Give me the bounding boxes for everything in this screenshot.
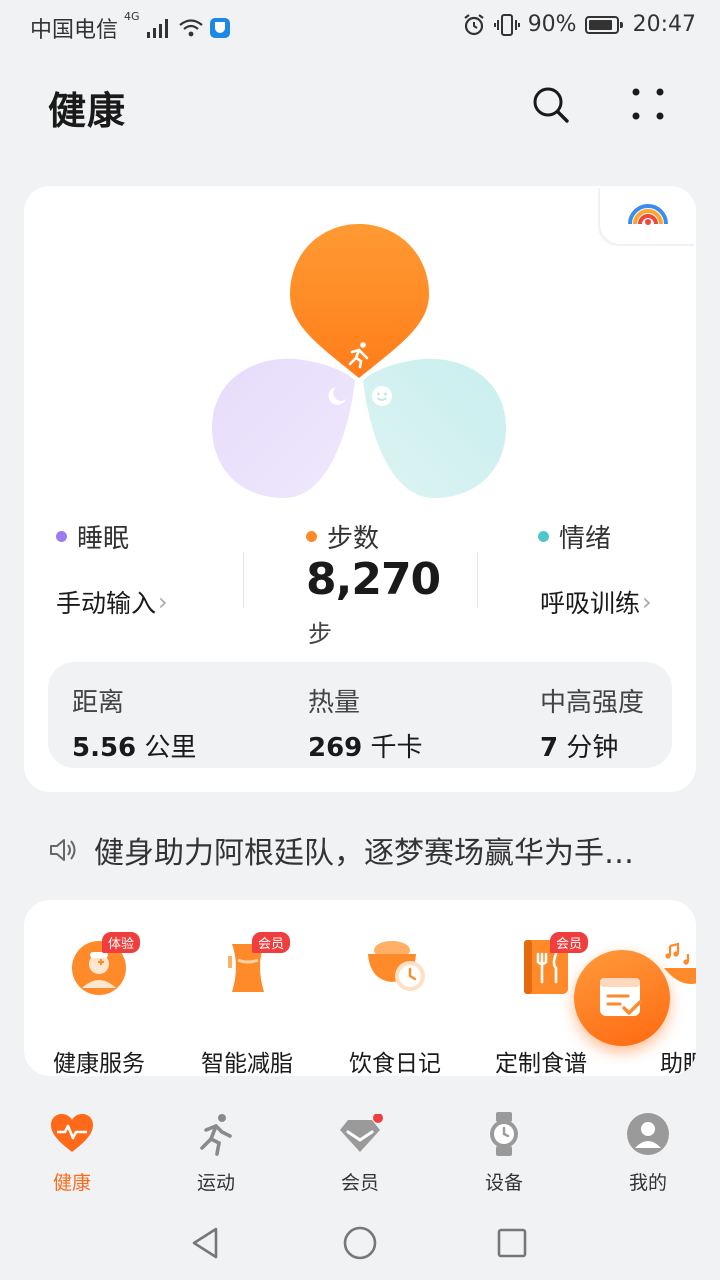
more-icon[interactable]: [626, 84, 670, 124]
wifi-icon: [178, 19, 203, 37]
signal-icon: [146, 19, 168, 38]
sleep-dot: [56, 531, 67, 542]
mood-dot: [538, 531, 549, 542]
calories-value: 269: [308, 733, 363, 763]
diamond-icon: [340, 1114, 383, 1152]
carrier-name: 中国电信: [30, 18, 119, 43]
running-icon: [200, 1114, 232, 1156]
announcement-text: 健身助力阿根廷队，逐梦赛场赢华为手…: [94, 836, 634, 871]
service-label: 助眠: [660, 1051, 696, 1076]
battery-percent: 90%: [527, 12, 577, 37]
mood-petal[interactable]: [363, 358, 506, 498]
activity-petals[interactable]: [200, 216, 520, 506]
intensity-unit: 分钟: [566, 733, 619, 763]
status-bar: 中国电信 4G 90% 20:47: [0, 0, 720, 50]
intensity-stat: 中高强度 7 分钟: [540, 682, 644, 764]
nav-label: 设备: [484, 1172, 523, 1194]
service-label: 定制食谱: [495, 1051, 587, 1076]
announcement-bar[interactable]: 健身助力阿根廷队，逐梦赛场赢华为手…: [48, 828, 688, 872]
vibrate-icon: [493, 13, 520, 36]
speaker-icon: [50, 839, 76, 861]
divider: [243, 552, 244, 608]
intensity-value: 7: [540, 733, 559, 763]
bottom-nav: 健康 运动 会员 设备 我的: [0, 1100, 720, 1200]
service-label: 饮食日记: [349, 1051, 441, 1076]
chevron-right-icon: ›: [158, 588, 168, 616]
chevron-right-icon: ›: [642, 588, 652, 616]
steps-value: 8,270: [306, 554, 441, 605]
battery-fill: [588, 19, 612, 30]
system-nav-bar: [0, 1205, 720, 1280]
mood-metric[interactable]: 情绪: [538, 518, 611, 555]
network-type: 4G: [124, 10, 140, 23]
trial-badge: 体验: [102, 932, 141, 953]
page-title: 健康: [48, 89, 127, 133]
health-ring-tab[interactable]: [600, 186, 696, 244]
security-shield-icon: [209, 18, 230, 38]
smile-icon: [372, 386, 392, 406]
steps-unit: 步: [308, 620, 332, 648]
watch-icon: [490, 1112, 518, 1156]
steps-dot: [306, 531, 317, 542]
activity-stats[interactable]: 距离 5.56 公里 热量 269 千卡 中高强度 7 分钟: [48, 662, 672, 768]
sleep-metric[interactable]: 睡眠: [56, 518, 129, 555]
steps-metric[interactable]: 步数: [306, 518, 379, 555]
alarm-icon: [464, 13, 484, 35]
member-badge: 会员: [252, 932, 291, 953]
mood-label: 情绪: [559, 524, 612, 554]
nav-label: 会员: [340, 1172, 379, 1194]
clock: 20:47: [632, 12, 696, 37]
battery-icon: [584, 15, 623, 34]
avatar-icon: [627, 1113, 669, 1155]
distance-label: 距离: [72, 688, 125, 718]
breathing-training-link[interactable]: 呼吸训练 ›: [540, 584, 652, 620]
manual-input-label: 手动输入: [56, 589, 157, 618]
calories-stat: 热量 269 千卡: [308, 682, 423, 764]
distance-unit: 公里: [144, 733, 197, 763]
sleep-label: 睡眠: [77, 524, 130, 554]
search-icon[interactable]: [530, 84, 572, 126]
recents-icon[interactable]: [496, 1227, 528, 1259]
food-bowl-icon: [368, 941, 425, 991]
distance-value: 5.56: [72, 733, 137, 763]
breathing-training-label: 呼吸训练: [540, 589, 641, 618]
calories-label: 热量: [308, 688, 361, 718]
checklist-icon: [600, 978, 642, 1016]
nav-label: 健康: [52, 1172, 91, 1194]
divider: [477, 552, 478, 608]
service-label: 健康服务: [53, 1051, 145, 1076]
record-fab[interactable]: [574, 950, 670, 1046]
steps-label: 步数: [327, 524, 380, 554]
calories-unit: 千卡: [370, 733, 423, 763]
intensity-label: 中高强度: [540, 688, 645, 718]
heart-pulse-icon: [51, 1114, 93, 1152]
back-icon[interactable]: [188, 1225, 224, 1261]
service-label: 智能减脂: [201, 1051, 293, 1076]
sleep-petal[interactable]: [212, 358, 355, 498]
nav-label: 我的: [628, 1172, 667, 1194]
nav-label: 运动: [196, 1172, 235, 1194]
rainbow-ring-icon: [628, 204, 668, 225]
home-icon[interactable]: [342, 1225, 378, 1261]
steps-petal[interactable]: [290, 224, 429, 378]
manual-input-link[interactable]: 手动输入 ›: [56, 584, 168, 620]
member-badge: 会员: [550, 932, 589, 953]
distance-stat: 距离 5.56 公里: [72, 682, 196, 764]
